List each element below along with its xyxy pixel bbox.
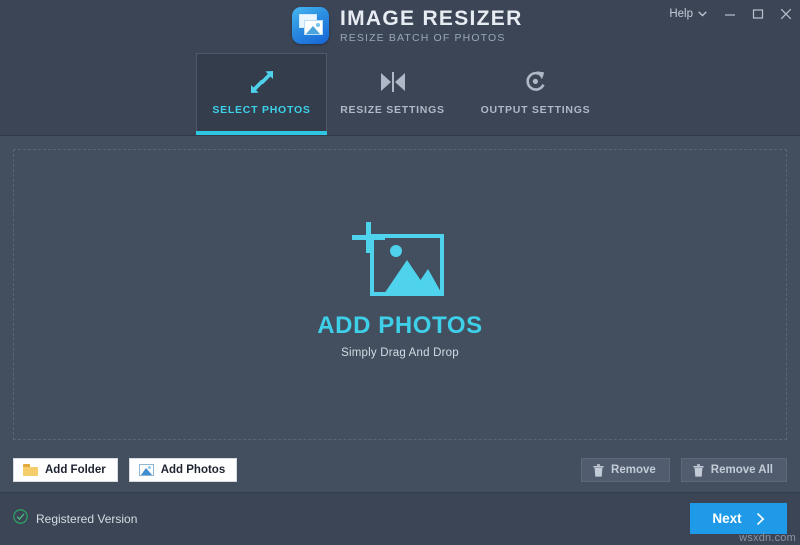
tab-select-photos[interactable]: SELECT PHOTOS — [196, 53, 327, 135]
trash-icon — [693, 463, 704, 477]
image-resizer-window: IMAGE RESIZER RESIZE BATCH OF PHOTOS Hel… — [0, 0, 800, 545]
tab-bar: SELECT PHOTOS RESIZE SETTINGS OUTPUT SET… — [0, 52, 800, 136]
footer-bar: Registered Version Next wsxdn.com — [0, 492, 800, 545]
resize-arrows-icon — [249, 69, 275, 95]
main-content: ADD PHOTOS Simply Drag And Drop Add Fold… — [0, 136, 800, 492]
tab-output-settings[interactable]: OUTPUT SETTINGS — [458, 53, 613, 131]
close-icon — [780, 8, 792, 20]
minimize-icon — [724, 9, 736, 19]
minimize-button[interactable] — [716, 0, 744, 27]
registered-label: Registered Version — [36, 512, 138, 526]
tab-label: RESIZE SETTINGS — [340, 103, 445, 116]
registered-status: Registered Version — [13, 509, 137, 529]
remove-all-label: Remove All — [710, 464, 773, 476]
photo-icon — [138, 464, 154, 476]
maximize-button[interactable] — [744, 0, 772, 27]
trash-icon — [593, 463, 604, 477]
chevron-right-icon — [756, 512, 765, 526]
active-tab-underline — [196, 131, 327, 135]
help-label: Help — [669, 7, 693, 20]
add-photos-label: Add Photos — [160, 464, 226, 476]
add-photo-frame-icon — [351, 222, 448, 300]
add-folder-label: Add Folder — [45, 464, 106, 476]
chevron-down-icon — [698, 10, 707, 17]
photo-dropzone[interactable]: ADD PHOTOS Simply Drag And Drop — [13, 149, 787, 440]
maximize-icon — [752, 8, 764, 19]
brand: IMAGE RESIZER RESIZE BATCH OF PHOTOS — [292, 7, 523, 44]
tab-label: OUTPUT SETTINGS — [480, 103, 591, 116]
app-title: IMAGE RESIZER — [340, 6, 523, 30]
folder-icon — [23, 464, 38, 476]
help-menu-button[interactable]: Help — [660, 0, 716, 27]
circular-arrow-icon — [523, 69, 548, 95]
add-photos-button[interactable]: Add Photos — [128, 458, 238, 482]
app-photos-icon — [292, 7, 329, 44]
dropzone-subtitle: Simply Drag And Drop — [341, 347, 459, 359]
app-subtitle: RESIZE BATCH OF PHOTOS — [340, 31, 506, 44]
tab-resize-settings[interactable]: RESIZE SETTINGS — [327, 53, 458, 131]
dropzone-title: ADD PHOTOS — [317, 312, 483, 339]
action-row: Add Folder Add Photos Remove Remove All — [13, 458, 787, 482]
title-bar: IMAGE RESIZER RESIZE BATCH OF PHOTOS Hel… — [0, 0, 800, 52]
add-folder-button[interactable]: Add Folder — [13, 458, 118, 482]
next-label: Next — [712, 511, 742, 526]
next-button[interactable]: Next — [690, 503, 787, 534]
compress-inward-icon — [379, 69, 407, 95]
window-controls: Help — [660, 0, 800, 27]
tab-label: SELECT PHOTOS — [212, 104, 311, 116]
check-circle-icon — [13, 509, 28, 529]
remove-all-button[interactable]: Remove All — [680, 458, 787, 482]
remove-label: Remove — [611, 464, 656, 476]
watermark: wsxdn.com — [739, 532, 796, 544]
close-button[interactable] — [772, 0, 800, 27]
remove-button[interactable]: Remove — [581, 458, 670, 482]
